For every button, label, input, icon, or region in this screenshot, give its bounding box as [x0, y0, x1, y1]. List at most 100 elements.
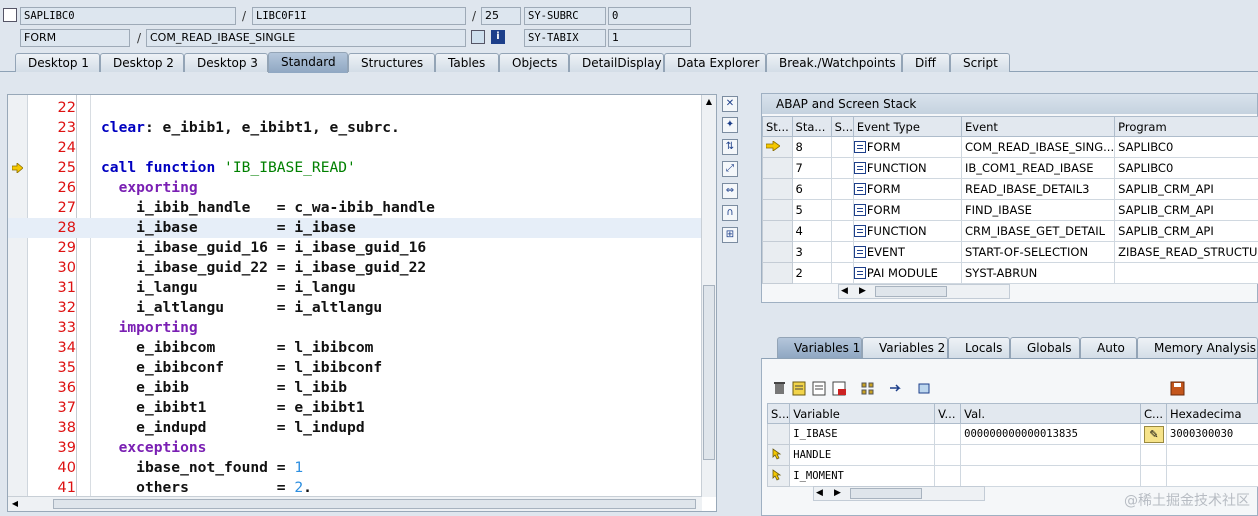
- change-icon[interactable]: [792, 381, 807, 396]
- stack-col-header[interactable]: Program: [1114, 116, 1258, 137]
- save-icon[interactable]: [1170, 381, 1185, 396]
- stack-row-selector[interactable]: [762, 262, 793, 284]
- variable-row[interactable]: I_IBASE 000000000000013835 ✎ 3000300030: [766, 423, 1258, 445]
- expand-icon[interactable]: [860, 381, 875, 396]
- var-col-header[interactable]: Variable: [789, 403, 936, 424]
- code-line[interactable]: 23 clear: e_ibib1, e_ibibt1, e_subrc.: [8, 118, 702, 138]
- stack-row-selector[interactable]: [762, 178, 793, 200]
- code-line[interactable]: 41 others = 2.: [8, 478, 702, 498]
- code-line[interactable]: 36 e_ibib = l_ibib: [8, 378, 702, 398]
- stack-row-selector[interactable]: [762, 136, 793, 158]
- variable-row-selector[interactable]: [766, 465, 791, 487]
- stack-col-header[interactable]: S...: [830, 116, 854, 137]
- tab-locals[interactable]: Locals: [948, 337, 1010, 358]
- var-col-header[interactable]: Val.: [960, 403, 1142, 424]
- variable-row-selector[interactable]: [766, 444, 791, 466]
- tab-structures[interactable]: Structures: [348, 53, 435, 72]
- stack-row[interactable]: 2 PAI MODULE SYST-ABRUN: [762, 262, 1258, 284]
- code-line[interactable]: 30 i_ibase_guid_22 = i_ibase_guid_22: [8, 258, 702, 278]
- resize-tool-icon[interactable]: ⇔: [722, 183, 738, 199]
- close-tool-icon[interactable]: ✕: [722, 96, 738, 112]
- event-type-field[interactable]: FORM: [20, 29, 130, 47]
- variable-change-cell[interactable]: [1140, 465, 1168, 487]
- tab-globals[interactable]: Globals: [1010, 337, 1080, 358]
- code-line[interactable]: 33 importing: [8, 318, 702, 338]
- headphones-tool-icon[interactable]: ∩: [722, 205, 738, 221]
- info-icon[interactable]: i: [491, 30, 505, 44]
- tab-standard[interactable]: Standard: [268, 52, 348, 73]
- tab-variables-2[interactable]: Variables 2: [862, 337, 948, 358]
- variable-name-cell[interactable]: I_MOMENT: [789, 465, 936, 487]
- variables-hscroll[interactable]: ◀ ▶: [813, 486, 985, 501]
- stack-row[interactable]: 5 FORM FIND_IBASE SAPLIB_CRM_API: [762, 199, 1258, 221]
- include-field[interactable]: LIBC0F1I: [252, 7, 466, 25]
- stack-col-header[interactable]: Sta...: [791, 116, 832, 137]
- editor-hscroll-thumb[interactable]: [53, 499, 696, 509]
- sy-subrc-value[interactable]: 0: [608, 7, 691, 25]
- delete-icon[interactable]: [772, 381, 787, 396]
- program-field[interactable]: SAPLIBC0: [20, 7, 236, 25]
- tab-break-watchpoints[interactable]: Break./Watchpoints: [766, 53, 902, 72]
- navigate-icon[interactable]: [888, 381, 903, 396]
- tab-variables-1[interactable]: Variables 1: [777, 337, 862, 358]
- stack-row[interactable]: 6 FORM READ_IBASE_DETAIL3 SAPLIB_CRM_API: [762, 178, 1258, 200]
- variable-change-cell[interactable]: ✎: [1140, 423, 1168, 445]
- code-line[interactable]: 28 i_ibase = i_ibase: [8, 218, 702, 238]
- variable-row[interactable]: HANDLE: [766, 444, 1258, 466]
- stack-col-header[interactable]: Event Type: [852, 116, 963, 137]
- code-line[interactable]: 29 i_ibase_guid_16 = i_ibase_guid_16: [8, 238, 702, 258]
- tab-desktop-3[interactable]: Desktop 3: [184, 53, 268, 72]
- variable-name-cell[interactable]: HANDLE: [789, 444, 936, 466]
- hierarchy-tool-icon[interactable]: ⊞: [722, 227, 738, 243]
- edit-pencil-icon[interactable]: ✎: [1144, 425, 1165, 443]
- tab-desktop-2[interactable]: Desktop 2: [100, 53, 184, 72]
- editor-vertical-scrollbar[interactable]: ▲: [701, 95, 716, 497]
- tab-data-explorer[interactable]: Data Explorer: [664, 53, 766, 72]
- var-col-header[interactable]: S...: [766, 403, 791, 424]
- event-field[interactable]: COM_READ_IBASE_SINGLE: [146, 29, 466, 47]
- editor-horizontal-scrollbar[interactable]: ◀: [8, 496, 702, 511]
- stack-row-selector[interactable]: [762, 220, 793, 242]
- table-delete-icon[interactable]: [832, 381, 847, 396]
- stack-row[interactable]: 3 EVENT START-OF-SELECTION ZIBASE_READ_STRU…: [762, 241, 1258, 263]
- swap-tool-icon[interactable]: ⇅: [722, 139, 738, 155]
- stack-hscroll[interactable]: ◀ ▶: [838, 284, 1010, 299]
- code-line[interactable]: 26 exporting: [8, 178, 702, 198]
- variable-change-cell[interactable]: [1140, 444, 1168, 466]
- stack-col-header[interactable]: St...: [762, 116, 793, 137]
- tab-memory-analysis[interactable]: Memory Analysis: [1137, 337, 1258, 358]
- stack-row-selector[interactable]: [762, 241, 793, 263]
- display-source-icon[interactable]: [471, 30, 485, 44]
- stack-row[interactable]: 4 FUNCTION CRM_IBASE_GET_DETAIL SAPLIB_CRM_…: [762, 220, 1258, 242]
- tab-objects[interactable]: Objects: [499, 53, 569, 72]
- find-icon[interactable]: [917, 381, 932, 396]
- stack-row[interactable]: 8 FORM COM_READ_IBASE_SING... SAPLIBC0: [762, 136, 1258, 158]
- maximize-tool-icon[interactable]: ⤢: [722, 161, 738, 177]
- code-line[interactable]: 27 i_ibib_handle = c_wa-ibib_handle: [8, 198, 702, 218]
- var-col-header[interactable]: Hexadecima: [1166, 403, 1258, 424]
- stack-row[interactable]: 7 FUNCTION IB_COM1_READ_IBASE SAPLIBC0: [762, 157, 1258, 179]
- code-line[interactable]: 32 i_altlangu = i_altlangu: [8, 298, 702, 318]
- sy-tabix-value[interactable]: 1: [608, 29, 691, 47]
- code-line[interactable]: 40 ibase_not_found = 1: [8, 458, 702, 478]
- line-field[interactable]: 25: [481, 7, 521, 25]
- code-line[interactable]: 22: [8, 98, 702, 118]
- code-line[interactable]: 31 i_langu = i_langu: [8, 278, 702, 298]
- variable-row-selector[interactable]: [766, 423, 791, 445]
- tab-desktop-1[interactable]: Desktop 1: [15, 53, 100, 72]
- var-col-header[interactable]: C...: [1140, 403, 1168, 424]
- code-line[interactable]: 37 e_ibibt1 = e_ibibt1: [8, 398, 702, 418]
- tab-diff[interactable]: Diff: [902, 53, 950, 72]
- tab-auto[interactable]: Auto: [1080, 337, 1137, 358]
- tab-detail-display[interactable]: DetailDisplay: [569, 53, 664, 72]
- source-code-editor[interactable]: 22 23 clear: e_ibib1, e_ibibt1, e_subrc. 24…: [7, 94, 717, 512]
- code-line[interactable]: 35 e_ibibconf = l_ibibconf: [8, 358, 702, 378]
- code-line[interactable]: 39 exceptions: [8, 438, 702, 458]
- variable-row[interactable]: I_MOMENT: [766, 465, 1258, 487]
- code-line[interactable]: 34 e_ibibcom = l_ibibcom: [8, 338, 702, 358]
- tab-tables[interactable]: Tables: [435, 53, 499, 72]
- variable-name-cell[interactable]: I_IBASE: [789, 423, 936, 445]
- new-tool-icon[interactable]: ✦: [722, 117, 738, 133]
- copy-icon[interactable]: [812, 381, 827, 396]
- var-col-header[interactable]: V...: [934, 403, 962, 424]
